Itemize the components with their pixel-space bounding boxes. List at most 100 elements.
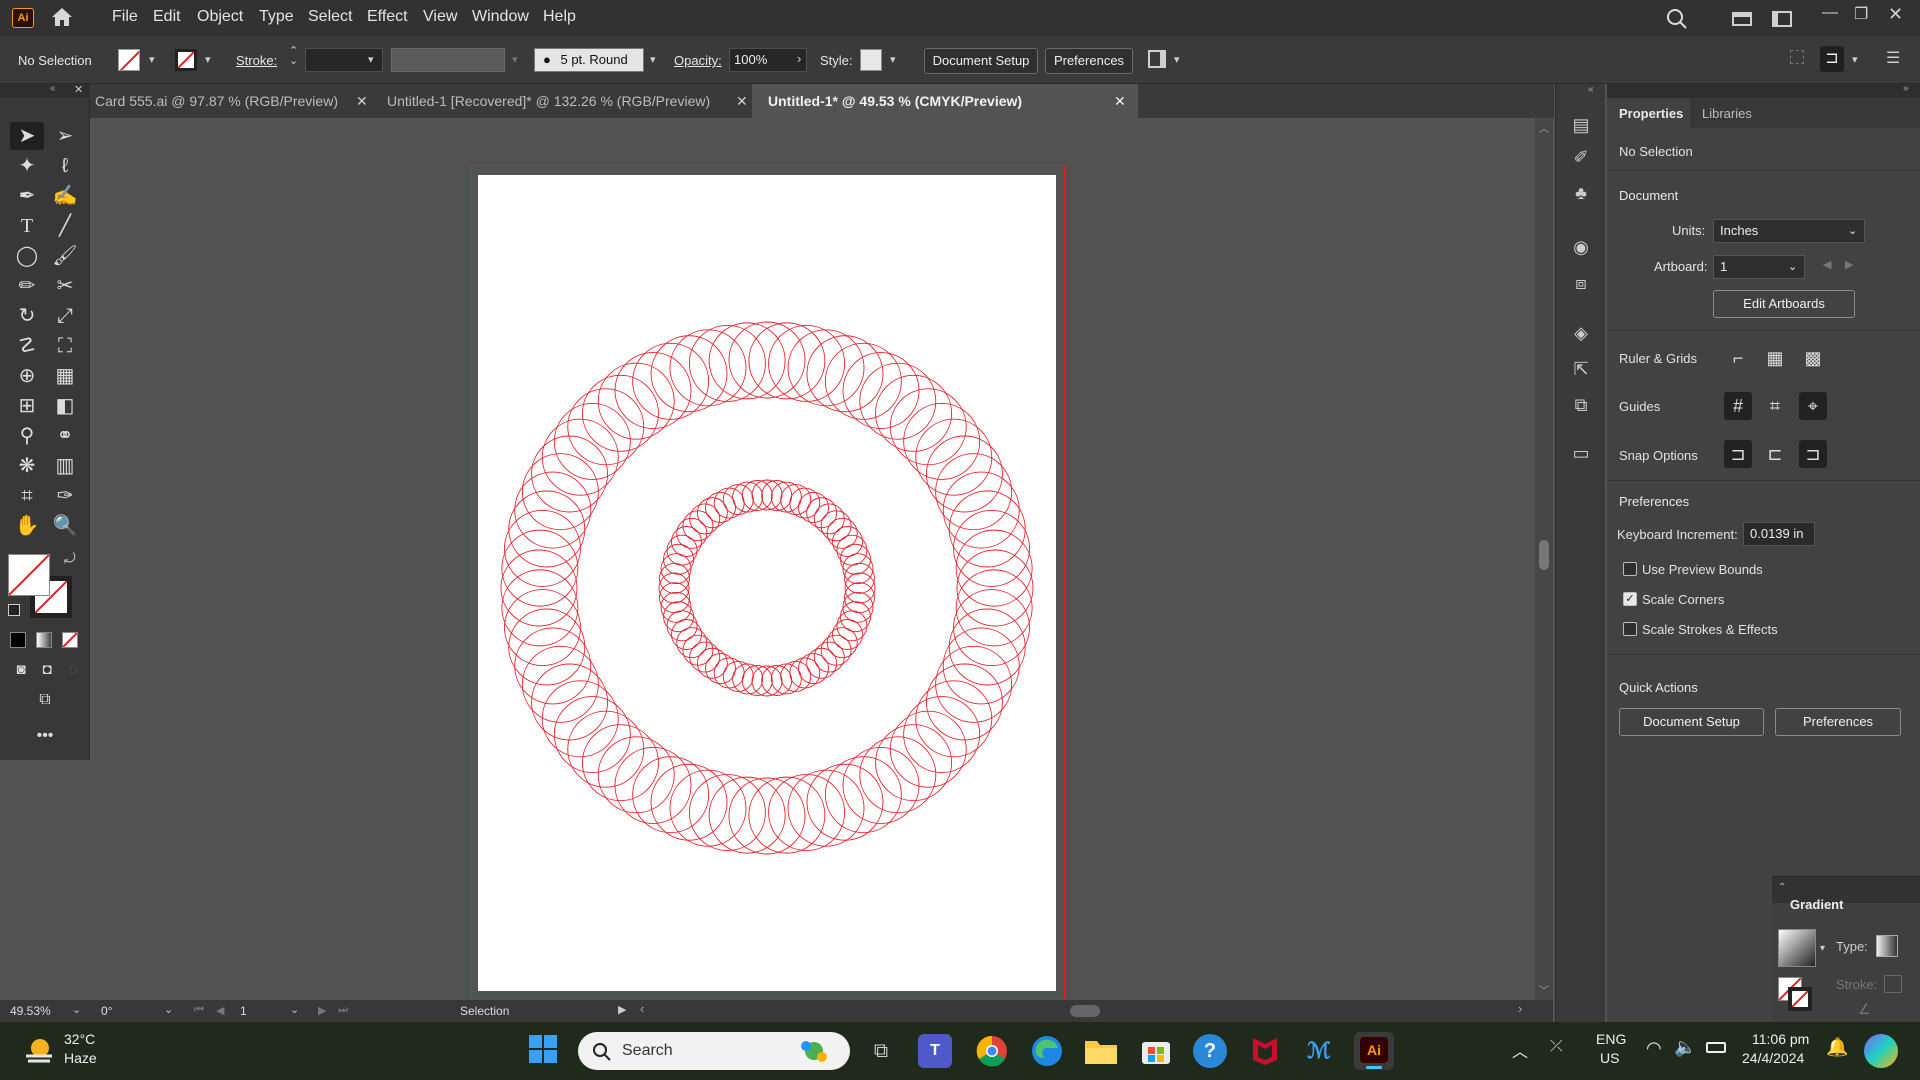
network-sync-icon[interactable]: ⤫ [1550, 1038, 1563, 1056]
battery-icon[interactable] [1706, 1042, 1726, 1053]
search-icon[interactable] [1666, 8, 1688, 30]
scroll-right-icon[interactable]: › [1518, 1001, 1522, 1016]
ellipse-tool-icon[interactable]: ◯ [10, 242, 44, 270]
opacity-arrow-icon[interactable]: › [797, 51, 801, 66]
menu-type[interactable]: Type [259, 8, 294, 26]
scroll-down-icon[interactable]: ﹀ [1539, 982, 1549, 997]
curvature-tool-icon[interactable]: ✍ [48, 182, 82, 210]
get-help-icon[interactable]: ? [1193, 1034, 1227, 1068]
tab-properties-label[interactable]: Properties [1619, 106, 1683, 121]
layers-panel-icon[interactable]: ◈ [1568, 320, 1594, 346]
symbols-panel-icon[interactable]: ♣ [1568, 180, 1594, 206]
menu-object[interactable]: Object [197, 8, 243, 26]
edit-artboards-button[interactable]: Edit Artboards [1713, 290, 1855, 318]
zoom-tool-icon[interactable]: 🔍 [48, 512, 82, 540]
taskbar-search[interactable]: Search [578, 1032, 850, 1070]
libraries-panel-icon[interactable]: ▤ [1568, 112, 1594, 138]
snap-to-point-icon[interactable]: ⊐ [1724, 440, 1752, 468]
language-code[interactable]: ENG [1596, 1031, 1626, 1047]
export-panel-icon[interactable]: ⇱ [1568, 356, 1594, 382]
artboard-tool-icon[interactable]: ⌗ [10, 482, 44, 510]
task-view-icon[interactable]: ⧉ [864, 1034, 898, 1068]
region-code[interactable]: US [1600, 1050, 1619, 1066]
fill-dropdown-icon[interactable]: ▾ [149, 53, 155, 66]
artboard-number[interactable]: 1 [240, 1004, 247, 1018]
tab-card-555[interactable]: Card 555.ai @ 97.87 % (RGB/Preview) [95, 84, 338, 118]
brush-definition[interactable]: ● 5 pt. Round [534, 48, 644, 72]
menu-effect[interactable]: Effect [367, 8, 408, 26]
first-artboard-icon[interactable]: ⏮ [194, 1004, 204, 1017]
close-icon[interactable]: ✕ [1888, 4, 1903, 25]
free-transform-tool-icon[interactable]: ⛶ [48, 332, 82, 360]
clock-time[interactable]: 11:06 pm [1752, 1031, 1809, 1047]
minimize-icon[interactable]: — [1822, 4, 1838, 22]
horizontal-scroll-thumb[interactable] [1070, 1005, 1100, 1017]
units-select[interactable]: Inches ⌄ [1713, 219, 1865, 243]
warp-tool-icon[interactable]: ☡ [10, 332, 44, 360]
snap-to-glyph-icon[interactable]: ⊐ [1799, 440, 1827, 468]
paintbrush-tool-icon[interactable]: 🖌 [48, 242, 82, 270]
arrange-documents-icon[interactable] [1732, 12, 1752, 26]
home-icon[interactable] [50, 6, 74, 28]
swap-fill-stroke-icon[interactable]: ⤾ [64, 550, 76, 567]
gradient-dropdown-icon[interactable]: ▾ [1820, 943, 1825, 954]
arrange-dropdown-icon[interactable]: ▾ [1174, 53, 1180, 66]
wifi-icon[interactable]: ◠ [1646, 1038, 1662, 1059]
lasso-tool-icon[interactable]: ℓ [48, 152, 82, 180]
menu-edit[interactable]: Edit [153, 8, 181, 26]
panel-toggle-icon[interactable]: ⌃ [1778, 882, 1786, 893]
tab-close-icon[interactable]: ✕ [356, 84, 368, 118]
workspace-icon[interactable] [1772, 11, 1792, 27]
scale-strokes-label[interactable]: Scale Strokes & Effects [1642, 622, 1778, 637]
pen-tool-icon[interactable]: ✒ [10, 182, 44, 210]
weather-temperature[interactable]: 32°C [64, 1031, 95, 1047]
menu-file[interactable]: File [112, 8, 138, 26]
zoom-dropdown-icon[interactable]: ⌄ [72, 1003, 81, 1016]
copilot-icon[interactable] [1864, 1034, 1898, 1068]
perspective-grid-tool-icon[interactable]: ▦ [48, 362, 82, 390]
next-artboard-icon[interactable]: ▶ [1845, 258, 1853, 271]
quick-preferences-button[interactable]: Preferences [1775, 708, 1901, 736]
direct-selection-tool-icon[interactable]: ➢ [48, 122, 82, 150]
use-preview-bounds-label[interactable]: Use Preview Bounds [1642, 562, 1763, 577]
line-tool-icon[interactable]: ╱ [48, 212, 82, 240]
teams-icon[interactable]: T [918, 1034, 952, 1068]
none-mode-icon[interactable] [62, 632, 78, 648]
stroke-stepper-icon[interactable]: ⌃ ⌄ [289, 46, 298, 67]
smart-guides-icon[interactable]: ⌖ [1799, 392, 1827, 420]
volume-icon[interactable]: 🔈 [1674, 1037, 1696, 1058]
menu-select[interactable]: Select [308, 8, 352, 26]
symbol-sprayer-tool-icon[interactable]: ❋ [10, 452, 44, 480]
transparency-grid-icon[interactable]: ▩ [1799, 344, 1827, 372]
brush-dropdown-icon[interactable]: ▾ [650, 53, 656, 66]
tab-untitled-1-label[interactable]: Untitled-1* @ 49.53 % (CMYK/Preview) [768, 84, 1022, 118]
scale-strokes-checkbox[interactable] [1623, 622, 1637, 636]
vertical-scrollbar[interactable]: ︿ ﹀ [1535, 118, 1553, 1000]
app-icon[interactable]: ℳ [1302, 1034, 1336, 1068]
rotation-dropdown-icon[interactable]: ⌄ [164, 1003, 173, 1016]
status-menu-icon[interactable]: ▶ [618, 1003, 626, 1016]
panel-menu-icon[interactable]: ☰ [1886, 48, 1900, 68]
color-mode-icon[interactable] [10, 632, 26, 648]
scissors-tool-icon[interactable]: ✂ [48, 272, 82, 300]
fill-swatch[interactable] [118, 49, 140, 71]
stroke-gradient-option-icon[interactable] [1884, 975, 1902, 993]
gradient-panel-title[interactable]: Gradient [1790, 897, 1843, 912]
windows-start-icon[interactable] [528, 1034, 558, 1064]
scale-corners-label[interactable]: Scale Corners [1642, 592, 1724, 607]
variable-width-profile[interactable] [391, 48, 505, 72]
linear-gradient-icon[interactable] [1876, 935, 1898, 957]
brushes-panel-icon[interactable]: ✐ [1568, 144, 1594, 170]
artboard-select[interactable]: 1 ⌄ [1713, 255, 1805, 279]
quick-document-setup-button[interactable]: Document Setup [1619, 708, 1764, 736]
show-guides-icon[interactable]: # [1724, 392, 1752, 420]
document-setup-button[interactable]: Document Setup [924, 48, 1038, 74]
gradient-tool-icon[interactable]: ◧ [48, 392, 82, 420]
comments-panel-icon[interactable]: ▭ [1568, 440, 1594, 466]
scale-corners-checkbox[interactable]: ✓ [1623, 592, 1637, 606]
artboards-panel-icon[interactable]: ⧉ [1568, 392, 1594, 418]
hand-tool-icon[interactable]: ✋ [10, 512, 44, 540]
shape-builder-tool-icon[interactable]: ⊕ [10, 362, 44, 390]
artboard[interactable] [478, 175, 1056, 991]
edge-icon[interactable] [1030, 1034, 1064, 1068]
